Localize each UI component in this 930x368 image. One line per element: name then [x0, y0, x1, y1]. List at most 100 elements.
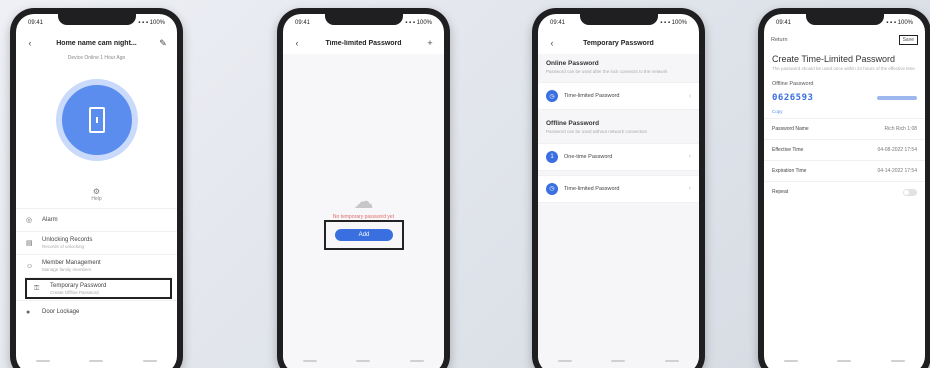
system-nav-bar	[283, 354, 444, 368]
phone-time-limited-list: 09:41 ▪ ▪ ▪ 100% ‹ Time-limited Password…	[277, 8, 450, 368]
page-title: Create Time-Limited Password	[772, 54, 896, 64]
nav-recent-icon[interactable]	[143, 360, 158, 362]
password-type-list: Online Password Password can be used aft…	[538, 54, 699, 368]
phone-lock-home: 09:41 ▪ ▪ ▪ 100% ‹ Home name cam night..…	[10, 8, 183, 368]
screen-lock-home: 09:41 ▪ ▪ ▪ 100% ‹ Home name cam night..…	[16, 14, 177, 368]
plus-icon[interactable]: +	[424, 38, 436, 48]
nav-home-icon[interactable]	[89, 360, 104, 362]
add-button-highlight: Add	[324, 220, 404, 250]
empty-state-area: ☁ No temporary password yet Add	[283, 54, 444, 368]
status-time: 09:41	[295, 20, 311, 26]
field-label: Effective Time	[772, 147, 804, 154]
system-nav-bar	[16, 354, 177, 368]
return-button[interactable]: Return	[771, 37, 788, 43]
menu-item-unlocking-records[interactable]: ▤ Unlocking Records Records of unlocking	[16, 231, 177, 254]
back-icon[interactable]: ‹	[291, 38, 303, 48]
field-value: 04-14-2022 17:54	[877, 168, 917, 175]
field-value: 04-08-2022 17:54	[877, 147, 917, 154]
status-indicators: ▪ ▪ ▪ 100%	[886, 20, 913, 26]
menu-item-sublabel: Records of unlocking	[42, 244, 85, 249]
menu-item-door-lockage[interactable]: ● Door Lockage	[16, 300, 177, 323]
field-expiration-time[interactable]: Expiration Time 04-14-2022 17:54	[764, 160, 925, 181]
field-password-name[interactable]: Password Name Rich Rich 1:08	[764, 118, 925, 139]
chevron-right-icon: ›	[688, 153, 691, 161]
menu-item-label: Temporary Password	[50, 283, 107, 289]
key-icon: 1	[546, 150, 558, 163]
save-button[interactable]: Save	[898, 35, 918, 45]
phone-temporary-password: 09:41 ▪ ▪ ▪ 100% ‹ Temporary Password On…	[532, 8, 705, 368]
nav-bar: Return Save	[764, 32, 925, 48]
status-indicators: ▪ ▪ ▪ 100%	[405, 20, 432, 26]
page-title: Temporary Password	[583, 39, 654, 47]
page-description: The password should be used once within …	[772, 66, 917, 71]
phone-create-password: 09:41 ▪ ▪ ▪ 100% Return Save Create Time…	[758, 8, 930, 368]
option-offline-time-limited[interactable]: ◷ Time-limited Password ›	[538, 174, 699, 203]
nav-back-icon[interactable]	[35, 360, 50, 362]
online-section-desc: Password can be used after the lock conn…	[546, 69, 668, 74]
menu-item-label: Unlocking Records	[42, 237, 93, 243]
field-label: Repeat	[772, 189, 789, 196]
nav-back-icon[interactable]	[557, 360, 572, 362]
nav-back-icon[interactable]	[302, 360, 317, 362]
unlock-button[interactable]	[55, 79, 138, 161]
nav-back-icon[interactable]	[783, 360, 798, 362]
option-offline-one-time[interactable]: 1 One-time Password ›	[538, 142, 699, 171]
field-label: Expiration Time	[772, 168, 807, 175]
help-icon[interactable]: ⚙	[16, 187, 177, 196]
nav-home-icon[interactable]	[611, 360, 626, 362]
field-repeat: Repeat	[764, 181, 925, 202]
screen-time-limited-list: 09:41 ▪ ▪ ▪ 100% ‹ Time-limited Password…	[283, 14, 444, 368]
menu-item-temporary-password[interactable]: ⚿ Temporary Password Create Offline Pass…	[24, 277, 173, 300]
field-label: Password Name	[772, 126, 809, 133]
phone-notch	[324, 14, 403, 25]
system-nav-bar	[538, 354, 699, 368]
password-label: Offline Password	[772, 81, 814, 88]
bell-icon: ◎	[26, 217, 33, 224]
device-status-text: Device Online 1 Hour Ago	[67, 55, 126, 61]
page-title: Home name cam night...	[56, 39, 137, 47]
password-row: 0626593	[764, 91, 925, 105]
nav-bar: ‹ Temporary Password	[538, 32, 699, 54]
screen-create-password: 09:41 ▪ ▪ ▪ 100% Return Save Create Time…	[764, 14, 925, 368]
chevron-right-icon: ›	[688, 185, 691, 193]
nav-recent-icon[interactable]	[665, 360, 680, 362]
nav-home-icon[interactable]	[837, 360, 852, 362]
clock-icon: ◷	[546, 90, 558, 103]
copy-password-button[interactable]	[877, 96, 917, 101]
menu-item-alarm[interactable]: ◎ Alarm	[16, 208, 177, 231]
copy-link[interactable]: Copy	[764, 105, 925, 118]
repeat-toggle[interactable]	[903, 188, 917, 196]
status-indicators: ▪ ▪ ▪ 100%	[138, 20, 165, 26]
option-online-time-limited[interactable]: ◷ Time-limited Password ›	[538, 82, 699, 111]
members-icon: ☺	[26, 262, 34, 270]
back-icon[interactable]: ‹	[24, 38, 36, 48]
chevron-right-icon: ›	[688, 92, 691, 100]
phone-notch	[805, 14, 884, 25]
nav-bar: ‹ Home name cam night... ✎	[16, 32, 177, 54]
phone-notch	[57, 14, 136, 25]
door-lock-icon	[88, 107, 105, 133]
nav-home-icon[interactable]	[356, 360, 371, 362]
option-label: Time-limited Password	[564, 93, 620, 100]
nav-recent-icon[interactable]	[410, 360, 425, 362]
status-time: 09:41	[776, 20, 792, 26]
option-label: Time-limited Password	[564, 185, 620, 192]
lock-small-icon: ●	[26, 308, 31, 316]
menu-item-sublabel: Manage family members	[42, 267, 92, 272]
add-button[interactable]: Add	[335, 229, 393, 241]
status-time: 09:41	[28, 20, 44, 26]
status-indicators: ▪ ▪ ▪ 100%	[660, 20, 687, 26]
empty-cloud-icon: ☁	[353, 191, 374, 213]
offline-section-title: Offline Password	[546, 120, 600, 128]
nav-recent-icon[interactable]	[891, 360, 906, 362]
field-effective-time[interactable]: Effective Time 04-08-2022 17:54	[764, 139, 925, 160]
status-time: 09:41	[550, 20, 566, 26]
menu-item-member-management[interactable]: ☺ Member Management Manage family member…	[16, 254, 177, 277]
key-icon: ⚿	[34, 285, 40, 292]
option-label: One-time Password	[564, 153, 613, 160]
back-icon[interactable]: ‹	[546, 38, 558, 48]
edit-icon[interactable]: ✎	[157, 38, 169, 49]
help-label: Help	[91, 196, 102, 202]
records-icon: ▤	[26, 240, 33, 247]
clock-icon: ◷	[546, 182, 558, 195]
